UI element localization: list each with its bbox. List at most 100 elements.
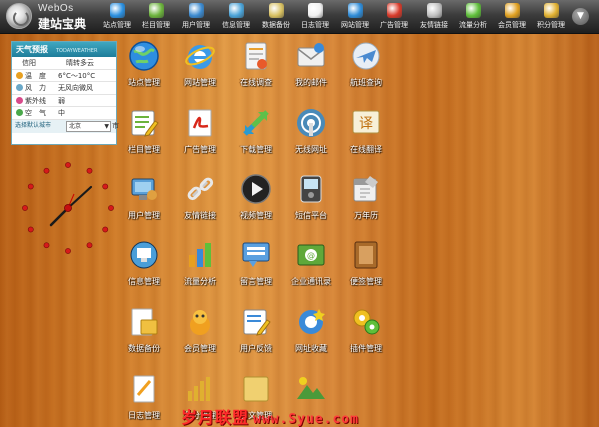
clock-hour-dot bbox=[86, 242, 93, 249]
desktop-app[interactable]: 站点管理 bbox=[114, 40, 174, 104]
desktop-app[interactable]: 插件管理 bbox=[336, 306, 396, 370]
desktop-app[interactable]: @ 企业通讯录 bbox=[281, 239, 341, 303]
desktop-app[interactable]: 信息管理 bbox=[114, 239, 174, 303]
pdf-icon bbox=[387, 3, 402, 18]
score-icon bbox=[544, 3, 559, 18]
users-icon bbox=[189, 3, 204, 18]
member-icon bbox=[184, 306, 216, 338]
desktop-app[interactable]: 短信平台 bbox=[281, 173, 341, 237]
list-edit-icon bbox=[128, 107, 160, 139]
desktop-app[interactable]: 会员管理 bbox=[170, 306, 230, 370]
favorites-icon bbox=[295, 306, 327, 338]
database-icon bbox=[269, 3, 284, 18]
desktop-app[interactable]: 译在线翻译 bbox=[336, 107, 396, 171]
clock-hour-dot bbox=[43, 167, 50, 174]
desktop-app[interactable]: 在线调查 bbox=[226, 40, 286, 104]
logo: WebOs 建站宝典 bbox=[4, 2, 94, 32]
clock-hour-dot bbox=[43, 242, 50, 249]
download-icon bbox=[240, 107, 272, 139]
link-icon bbox=[184, 173, 216, 205]
weather-row: 温 度 6°C～10°C bbox=[12, 70, 116, 82]
weather-row-value: 弱 bbox=[58, 96, 65, 105]
desktop-app[interactable]: 网址收藏 bbox=[281, 306, 341, 370]
weather-title: 天气预报 bbox=[16, 45, 48, 54]
clock-hour-dot bbox=[27, 226, 34, 233]
desktop-app[interactable]: 万年历 bbox=[336, 173, 396, 237]
calendar-icon bbox=[350, 173, 382, 205]
chevron-down-icon: ▼ bbox=[104, 122, 109, 130]
desktop-app[interactable]: 广告管理 bbox=[170, 107, 230, 171]
ie-icon bbox=[184, 40, 216, 72]
weather-widget: 天气预报 TODAYWEATHER 信阳 晴转多云 温 度 6°C～10°C 风 力 无… bbox=[11, 41, 119, 145]
nav-item-label: 积分管理 bbox=[537, 21, 565, 29]
desktop-app[interactable]: 用户反馈 bbox=[226, 306, 286, 370]
select-default-city-link[interactable]: 选择默认城市 bbox=[15, 120, 51, 132]
clock-hour-dot bbox=[22, 205, 28, 211]
desktop-app-label: 在线翻译 bbox=[350, 145, 382, 154]
monitor-icon bbox=[229, 3, 244, 18]
clock-hour-dot bbox=[102, 226, 109, 233]
logo-text-cn: 建站宝典 bbox=[38, 17, 87, 31]
score-icon bbox=[184, 373, 216, 405]
city-select-value: 北京 bbox=[69, 122, 82, 130]
bar-chart-icon bbox=[184, 239, 216, 271]
desktop-app-label: 插件管理 bbox=[350, 344, 382, 353]
weather-city-row: 信阳 晴转多云 bbox=[12, 57, 116, 70]
weather-row-key-text: 风 力 bbox=[25, 84, 46, 92]
desktop-app[interactable]: 友情链接 bbox=[170, 173, 230, 237]
sun-icon bbox=[16, 71, 23, 79]
logo-text-en: WebOs bbox=[38, 3, 74, 14]
clock-minute-hand bbox=[66, 185, 93, 210]
clock-hour-dot bbox=[27, 183, 34, 190]
weather-row-key: 温 度 bbox=[16, 70, 46, 82]
desktop-app[interactable]: 数据备份 bbox=[114, 306, 174, 370]
watermark: 岁月联盟 www.Syue.com bbox=[181, 404, 359, 427]
taskbar-expand-down-icon[interactable]: ▼ bbox=[572, 8, 589, 25]
analog-clock bbox=[22, 162, 114, 254]
log-icon bbox=[308, 3, 323, 18]
weather-row-key-text: 温 度 bbox=[25, 71, 46, 80]
desktop-app[interactable]: 留言管理 bbox=[226, 239, 286, 303]
city-select[interactable]: 北京 ▼ bbox=[66, 120, 111, 132]
desktop-app[interactable]: 无线网址 bbox=[281, 107, 341, 171]
weather-footer: 选择默认城市 北京 ▼ 市 bbox=[12, 119, 119, 133]
desktop-app[interactable]: 下载管理 bbox=[226, 107, 286, 171]
monitor-icon bbox=[128, 239, 160, 271]
desktop-app[interactable]: 我的邮件 bbox=[281, 40, 341, 104]
backup-icon bbox=[128, 306, 160, 338]
top-taskbar: WebOs 建站宝典 站点管理 栏目管理 用户管理 信息管理 数据备份 日志管理 网站管理广… bbox=[0, 0, 599, 34]
desktop-app[interactable]: 航班查询 bbox=[336, 40, 396, 104]
clock-center bbox=[64, 204, 72, 212]
survey-icon bbox=[240, 40, 272, 72]
log-icon bbox=[128, 373, 160, 405]
weather-subtitle: TODAYWEATHER bbox=[56, 48, 98, 54]
weather-row-value: 中 bbox=[58, 109, 65, 117]
play-icon bbox=[240, 173, 272, 205]
globe-icon bbox=[128, 40, 160, 72]
plane-icon bbox=[350, 40, 382, 72]
desktop-app[interactable]: 用户管理 bbox=[114, 173, 174, 237]
clock-hour-dot bbox=[86, 167, 93, 174]
clock-hour-dot bbox=[65, 248, 71, 254]
notes-icon bbox=[350, 239, 382, 271]
desktop-app-label: 便签管理 bbox=[350, 277, 382, 286]
folder-icon bbox=[240, 373, 272, 405]
nav-item[interactable]: 积分管理 bbox=[531, 0, 571, 34]
translate-icon: 译 bbox=[350, 107, 382, 139]
weather-row-value: 6°C～10°C bbox=[58, 71, 96, 80]
weather-row-key: 紫外线 bbox=[16, 95, 46, 107]
message-icon bbox=[240, 239, 272, 271]
pdf-icon bbox=[184, 107, 216, 139]
weather-row-key-text: 紫外线 bbox=[25, 96, 46, 105]
globe-icon bbox=[110, 3, 125, 18]
contacts-icon: @ bbox=[295, 239, 327, 271]
clock-hour-dot bbox=[102, 183, 109, 190]
desktop-app[interactable]: 视频管理 bbox=[226, 173, 286, 237]
weather-row-value: 无风向微风 bbox=[58, 84, 93, 92]
weather-row-key-text: 空 气 bbox=[25, 109, 46, 117]
desktop-app[interactable]: 流量分析 bbox=[170, 239, 230, 303]
desktop-app[interactable]: 栏目管理 bbox=[114, 107, 174, 171]
desktop-app[interactable]: 便签管理 bbox=[336, 239, 396, 303]
weather-row: 紫外线 弱 bbox=[12, 95, 116, 107]
desktop-app[interactable]: 网站管理 bbox=[170, 40, 230, 104]
